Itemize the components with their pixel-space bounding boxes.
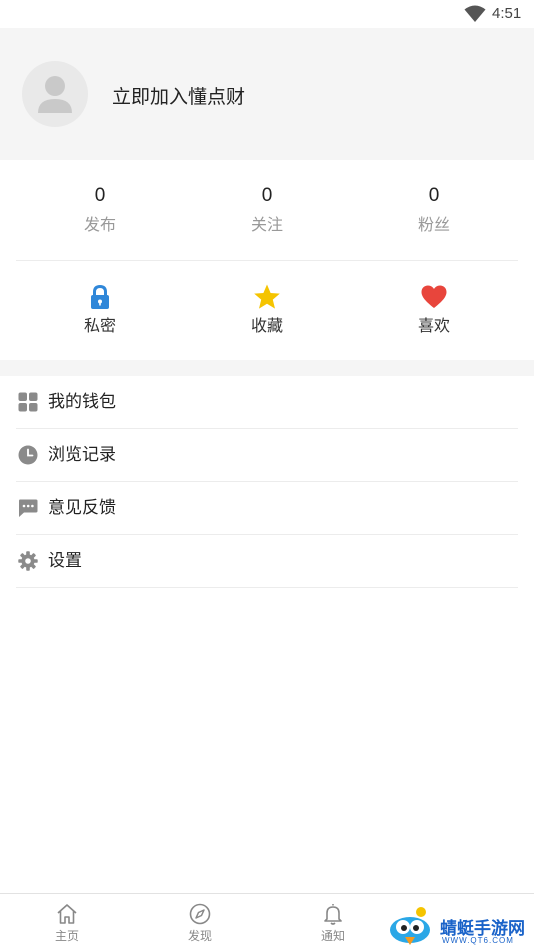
- star-icon: [254, 284, 280, 309]
- quick-label: 私密: [83, 316, 116, 335]
- grid-icon: [18, 392, 38, 412]
- quick-actions: 私密 收藏 喜欢: [0, 261, 534, 360]
- stat-posts[interactable]: 0 发布: [40, 184, 160, 236]
- stat-label: 发布: [83, 215, 116, 234]
- menu-list: 我的钱包 浏览记录 意见反馈 设置: [0, 376, 534, 588]
- stat-fans[interactable]: 0 粉丝: [374, 184, 494, 236]
- quick-label: 喜欢: [417, 316, 450, 335]
- gear-icon: [18, 551, 38, 571]
- avatar[interactable]: [22, 61, 88, 127]
- menu-label: 浏览记录: [48, 445, 116, 465]
- quick-label: 收藏: [250, 316, 283, 335]
- tab-label: 通知: [320, 929, 345, 943]
- menu-wallet[interactable]: 我的钱包: [16, 376, 518, 429]
- person-icon: [38, 76, 72, 113]
- menu-label: 意见反馈: [48, 498, 116, 518]
- menu-label: 我的钱包: [48, 392, 116, 412]
- stat-value: 0: [261, 185, 273, 206]
- status-bar: 4:51: [0, 0, 534, 28]
- stat-value: 0: [94, 185, 106, 206]
- join-link[interactable]: 立即加入懂点财: [112, 82, 245, 109]
- stats-row: 0 发布 0 关注 0 粉丝: [0, 160, 534, 260]
- menu-settings[interactable]: 设置: [16, 535, 518, 588]
- clock-icon: [18, 445, 38, 465]
- quick-favorites[interactable]: 收藏: [207, 283, 327, 337]
- stat-label: 粉丝: [417, 215, 450, 234]
- tab-notifications[interactable]: 通知: [293, 902, 373, 944]
- tab-home[interactable]: 主页: [27, 902, 107, 944]
- heart-icon: [421, 285, 447, 308]
- tab-discover[interactable]: 发现: [160, 902, 240, 944]
- quick-likes[interactable]: 喜欢: [374, 283, 494, 337]
- stat-following[interactable]: 0 关注: [207, 184, 327, 236]
- menu-history[interactable]: 浏览记录: [16, 429, 518, 482]
- menu-feedback[interactable]: 意见反馈: [16, 482, 518, 535]
- chat-icon: [19, 499, 38, 517]
- tab-label: 主页: [54, 929, 79, 943]
- section-gap: [0, 360, 534, 376]
- tab-label: 发现: [187, 929, 212, 943]
- wifi-icon: [464, 5, 486, 22]
- menu-label: 设置: [48, 551, 82, 571]
- watermark-subtitle: WWW.QT6.COM: [442, 936, 514, 945]
- status-time: 4:51: [492, 5, 522, 22]
- compass-icon: [189, 903, 211, 925]
- home-icon: [57, 904, 77, 924]
- profile-header[interactable]: 立即加入懂点财: [0, 28, 534, 160]
- quick-private[interactable]: 私密: [40, 283, 160, 337]
- dragonfly-mascot-icon: [390, 907, 430, 945]
- bell-icon: [324, 904, 342, 925]
- lock-icon: [91, 284, 109, 309]
- watermark: 蜻蜓手游网 WWW.QT6.COM: [384, 900, 534, 949]
- stat-label: 关注: [250, 215, 283, 234]
- stat-value: 0: [428, 185, 440, 206]
